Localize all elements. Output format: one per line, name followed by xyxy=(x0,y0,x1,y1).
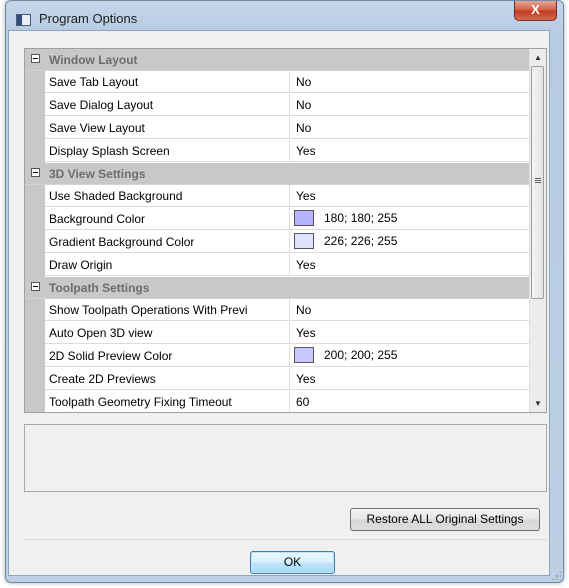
property-value[interactable]: 60 xyxy=(290,391,530,412)
property-name: Display Splash Screen xyxy=(45,140,290,162)
property-name: Save Dialog Layout xyxy=(45,94,290,116)
property-row-gradient-background-color[interactable]: Gradient Background Color 226; 226; 255 xyxy=(25,231,530,254)
property-value[interactable]: 200; 200; 255 xyxy=(290,345,530,367)
property-value[interactable]: Yes xyxy=(290,140,530,162)
window-title: Program Options xyxy=(39,11,138,26)
separator xyxy=(24,539,547,540)
property-row-background-color[interactable]: Background Color 180; 180; 255 xyxy=(25,208,530,231)
property-value[interactable]: No xyxy=(290,299,530,321)
color-swatch[interactable] xyxy=(294,347,314,363)
collapse-icon[interactable] xyxy=(31,54,40,63)
color-value-text: 200; 200; 255 xyxy=(324,348,398,362)
vertical-scrollbar[interactable]: ▲ ▼ xyxy=(529,49,546,412)
property-name: Show Toolpath Operations With Previ xyxy=(45,299,290,321)
window-app-icon xyxy=(16,14,31,26)
property-row-save-tab-layout[interactable]: Save Tab Layout No xyxy=(25,71,530,94)
property-name: Create 2D Previews xyxy=(45,368,290,390)
property-value[interactable]: 226; 226; 255 xyxy=(290,231,530,253)
property-grid[interactable]: Window Layout Save Tab Layout No Save Di… xyxy=(24,48,547,413)
property-row-auto-open-3d-view[interactable]: Auto Open 3D view Yes xyxy=(25,322,530,345)
property-name: Auto Open 3D view xyxy=(45,322,290,344)
property-value[interactable]: No xyxy=(290,94,530,116)
property-name: Background Color xyxy=(45,208,290,230)
scroll-down-icon[interactable]: ▼ xyxy=(530,395,546,412)
category-toolpath-settings[interactable]: Toolpath Settings xyxy=(25,277,530,299)
restore-all-settings-button[interactable]: Restore ALL Original Settings xyxy=(350,508,540,531)
property-row-save-view-layout[interactable]: Save View Layout No xyxy=(25,117,530,140)
color-swatch[interactable] xyxy=(294,210,314,226)
category-label: Toolpath Settings xyxy=(49,281,150,295)
property-name: Save View Layout xyxy=(45,117,290,139)
scroll-thumb[interactable] xyxy=(531,66,544,299)
property-row-use-shaded-background[interactable]: Use Shaded Background Yes xyxy=(25,185,530,208)
property-name: 2D Solid Preview Color xyxy=(45,345,290,367)
property-value[interactable]: No xyxy=(290,71,530,93)
property-value[interactable]: No xyxy=(290,117,530,139)
grip-icon xyxy=(535,178,541,179)
ok-button[interactable]: OK xyxy=(250,551,335,574)
property-row-save-dialog-layout[interactable]: Save Dialog Layout No xyxy=(25,94,530,117)
property-row-show-toolpath-operations[interactable]: Show Toolpath Operations With Previ No xyxy=(25,299,530,322)
property-row-create-2d-previews[interactable]: Create 2D Previews Yes xyxy=(25,368,530,391)
category-3d-view-settings[interactable]: 3D View Settings xyxy=(25,163,530,185)
property-value[interactable]: 180; 180; 255 xyxy=(290,208,530,230)
property-name: Toolpath Geometry Fixing Timeout xyxy=(45,391,290,412)
property-row-toolpath-geometry-fixing-timeout[interactable]: Toolpath Geometry Fixing Timeout 60 xyxy=(25,391,530,412)
property-row-display-splash-screen[interactable]: Display Splash Screen Yes xyxy=(25,140,530,163)
close-button[interactable]: X xyxy=(514,1,557,21)
property-row-2d-solid-preview-color[interactable]: 2D Solid Preview Color 200; 200; 255 xyxy=(25,345,530,368)
property-row-draw-origin[interactable]: Draw Origin Yes xyxy=(25,254,530,277)
scroll-up-icon[interactable]: ▲ xyxy=(530,49,546,66)
property-name: Use Shaded Background xyxy=(45,185,290,207)
property-value[interactable]: Yes xyxy=(290,185,530,207)
color-swatch[interactable] xyxy=(294,233,314,249)
category-window-layout[interactable]: Window Layout xyxy=(25,49,530,71)
collapse-icon[interactable] xyxy=(31,168,40,177)
title-bar[interactable]: Program Options X xyxy=(6,1,563,33)
property-value[interactable]: Yes xyxy=(290,322,530,344)
category-label: Window Layout xyxy=(49,53,138,67)
property-description-panel xyxy=(24,424,547,492)
color-value-text: 226; 226; 255 xyxy=(324,234,398,248)
property-name: Save Tab Layout xyxy=(45,71,290,93)
property-name: Gradient Background Color xyxy=(45,231,290,253)
property-value[interactable]: Yes xyxy=(290,368,530,390)
property-value[interactable]: Yes xyxy=(290,254,530,276)
collapse-icon[interactable] xyxy=(31,282,40,291)
property-name: Draw Origin xyxy=(45,254,290,276)
property-rows: Window Layout Save Tab Layout No Save Di… xyxy=(25,49,530,412)
category-label: 3D View Settings xyxy=(49,167,146,181)
color-value-text: 180; 180; 255 xyxy=(324,211,398,225)
close-icon: X xyxy=(531,2,540,17)
